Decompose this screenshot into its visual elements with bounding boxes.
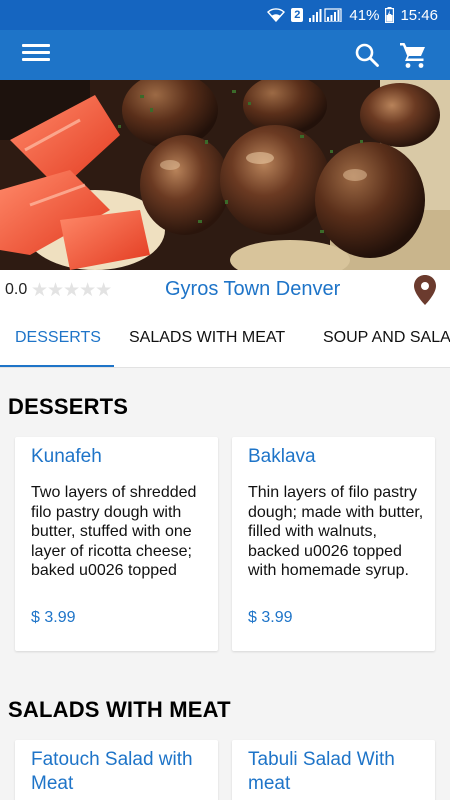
- menu-content: DESSERTS Kunafeh Two layers of shredded …: [0, 368, 450, 800]
- restaurant-name: Gyros Town Denver: [165, 278, 341, 300]
- menu-item-card[interactable]: Tabuli Salad With meat: [232, 740, 435, 800]
- battery-percent: 41%: [349, 6, 380, 24]
- sim-slot-badge: 2: [291, 8, 304, 22]
- menu-item-description: Two layers of shredded filo pastry dough…: [31, 484, 197, 580]
- battery-icon: [385, 7, 395, 23]
- menu-item-price: $ 3.99: [248, 609, 293, 626]
- menu-item-name: Tabuli Salad With meat: [248, 749, 395, 794]
- app-bar: [0, 30, 450, 80]
- clock: 15:46: [400, 6, 438, 24]
- tab-salads-with-meat[interactable]: SALADS WITH MEAT: [129, 310, 285, 368]
- menu-item-card[interactable]: Baklava Thin layers of filo pastry dough…: [232, 437, 435, 651]
- cart-icon[interactable]: [399, 41, 427, 69]
- menu-icon[interactable]: [22, 44, 50, 66]
- rating-value: 0.0: [5, 281, 28, 298]
- menu-item-description: Thin layers of filo pastry dough; made w…: [248, 484, 424, 580]
- tab-soup-and-salad[interactable]: SOUP AND SALAD: [323, 310, 450, 368]
- wifi-icon: [267, 8, 286, 22]
- menu-item-name: Kunafeh: [31, 446, 102, 467]
- signal-icon: [309, 8, 343, 22]
- menu-item-name: Fatouch Salad with Meat: [31, 749, 193, 794]
- location-pin-icon[interactable]: [412, 274, 438, 306]
- restaurant-hero-image: [0, 80, 450, 270]
- menu-item-card[interactable]: Fatouch Salad with Meat: [15, 740, 218, 800]
- tab-desserts[interactable]: DESSERTS: [15, 310, 101, 368]
- menu-item-price: $ 3.99: [31, 609, 76, 626]
- section-title-desserts: DESSERTS: [8, 394, 129, 419]
- menu-item-name: Baklava: [248, 446, 316, 467]
- menu-item-card[interactable]: Kunafeh Two layers of shredded filo past…: [15, 437, 218, 651]
- category-tabs: DESSERTS SALADS WITH MEAT SOUP AND SALAD: [0, 310, 450, 368]
- status-bar: 2 41% 15:46: [0, 0, 450, 30]
- rating-stars: ★★★★★: [31, 280, 112, 301]
- section-title-salads-with-meat: SALADS WITH MEAT: [8, 697, 231, 722]
- restaurant-info-row: 0.0 ★★★★★ Gyros Town Denver: [0, 270, 450, 310]
- search-icon[interactable]: [354, 42, 380, 68]
